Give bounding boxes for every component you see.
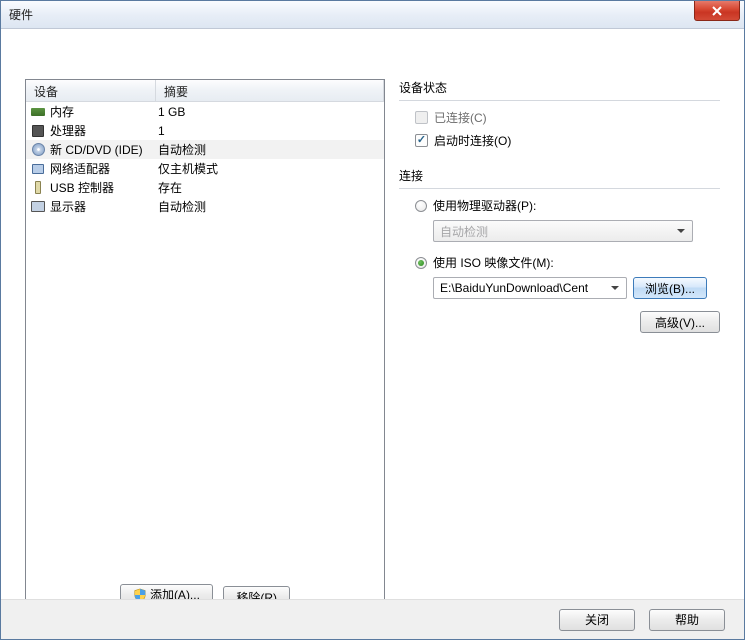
list-header: 设备 摘要 — [26, 80, 384, 102]
advanced-button[interactable]: 高级(V)... — [640, 311, 720, 333]
content-area: 设备 摘要 内存1 GB处理器1新 CD/DVD (IDE)自动检测网络适配器仅… — [1, 29, 744, 591]
connect-on-start-label: 启动时连接(O) — [434, 132, 511, 149]
connected-checkbox — [415, 111, 428, 124]
hardware-summary: 存在 — [158, 179, 182, 196]
hardware-row[interactable]: USB 控制器存在 — [26, 178, 384, 197]
hardware-name: USB 控制器 — [50, 179, 158, 196]
browse-button[interactable]: 浏览(B)... — [633, 277, 707, 299]
device-status-title: 设备状态 — [399, 79, 720, 96]
hardware-row[interactable]: 处理器1 — [26, 121, 384, 140]
connect-on-start-checkbox[interactable] — [415, 134, 428, 147]
physical-drive-radio[interactable] — [415, 200, 427, 212]
cd-icon — [30, 142, 46, 158]
footer: 关闭 帮助 — [1, 599, 744, 639]
iso-label: 使用 ISO 映像文件(M): — [433, 254, 554, 271]
physical-drive-combo: 自动检测 — [433, 220, 693, 242]
titlebar[interactable]: 硬件 — [1, 1, 744, 29]
memory-icon — [30, 104, 46, 120]
hardware-name: 处理器 — [50, 122, 158, 139]
window-title: 硬件 — [9, 6, 33, 23]
hardware-summary: 自动检测 — [158, 198, 206, 215]
iso-path-row: E:\BaiduYunDownload\Cent 浏览(B)... — [433, 277, 720, 299]
header-summary[interactable]: 摘要 — [156, 80, 384, 101]
physical-drive-value: 自动检测 — [440, 223, 488, 240]
iso-radio[interactable] — [415, 257, 427, 269]
divider — [399, 100, 720, 101]
hardware-dialog: 硬件 设备 摘要 内存1 GB处理器1新 CD/DVD (IDE)自动检测网络适… — [0, 0, 745, 640]
hardware-rows: 内存1 GB处理器1新 CD/DVD (IDE)自动检测网络适配器仅主机模式US… — [26, 102, 384, 216]
close-button[interactable] — [694, 1, 740, 21]
hardware-name: 网络适配器 — [50, 160, 158, 177]
hardware-summary: 1 GB — [158, 105, 185, 119]
network-icon — [30, 161, 46, 177]
physical-drive-row: 使用物理驱动器(P): — [415, 197, 720, 214]
connected-row: 已连接(C) — [415, 109, 720, 126]
hardware-summary: 1 — [158, 124, 165, 138]
hardware-row[interactable]: 显示器自动检测 — [26, 197, 384, 216]
close-label: 关闭 — [585, 611, 609, 628]
hardware-list-panel: 设备 摘要 内存1 GB处理器1新 CD/DVD (IDE)自动检测网络适配器仅… — [25, 79, 385, 615]
physical-drive-combo-row: 自动检测 — [433, 220, 720, 242]
divider — [399, 188, 720, 189]
connected-label: 已连接(C) — [434, 109, 487, 126]
iso-path-combo[interactable]: E:\BaiduYunDownload\Cent — [433, 277, 627, 299]
hardware-summary: 仅主机模式 — [158, 160, 218, 177]
hardware-row[interactable]: 新 CD/DVD (IDE)自动检测 — [26, 140, 384, 159]
help-button[interactable]: 帮助 — [649, 609, 725, 631]
close-dialog-button[interactable]: 关闭 — [559, 609, 635, 631]
close-icon — [711, 6, 723, 16]
help-label: 帮助 — [675, 611, 699, 628]
physical-drive-label: 使用物理驱动器(P): — [433, 197, 536, 214]
cpu-icon — [30, 123, 46, 139]
usb-icon — [30, 180, 46, 196]
header-device[interactable]: 设备 — [26, 80, 156, 101]
connect-on-start-row: 启动时连接(O) — [415, 132, 720, 149]
display-icon — [30, 199, 46, 215]
iso-path-value: E:\BaiduYunDownload\Cent — [440, 281, 588, 295]
iso-row: 使用 ISO 映像文件(M): — [415, 254, 720, 271]
right-panel: 设备状态 已连接(C) 启动时连接(O) 连接 使用物理驱动器(P): 自动检测 — [399, 79, 720, 535]
chevron-down-icon[interactable] — [606, 280, 623, 296]
chevron-down-icon — [672, 223, 689, 239]
hardware-name: 新 CD/DVD (IDE) — [50, 141, 158, 158]
connection-title: 连接 — [399, 167, 720, 184]
hardware-name: 显示器 — [50, 198, 158, 215]
hardware-row[interactable]: 网络适配器仅主机模式 — [26, 159, 384, 178]
hardware-row[interactable]: 内存1 GB — [26, 102, 384, 121]
hardware-summary: 自动检测 — [158, 141, 206, 158]
hardware-name: 内存 — [50, 103, 158, 120]
